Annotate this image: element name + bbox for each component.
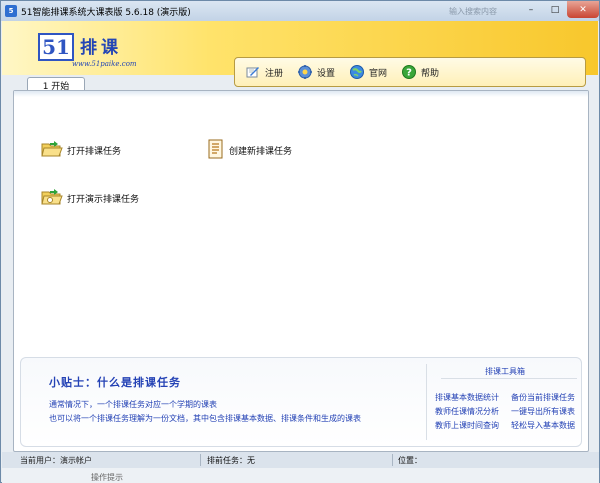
toolbox-divider [441,378,577,379]
tips-panel: 小贴士：什么是排课任务 通常情况下，一个排课任务对应一个学期的课表 也可以将一个… [20,357,582,447]
help-icon: ? [401,64,417,80]
status-separator [200,454,201,466]
settings-button[interactable]: 设置 [297,64,335,80]
tool-stats-link[interactable]: 排课基本数据统计 [435,392,499,403]
website-button[interactable]: 官网 [349,64,387,80]
title-bar[interactable]: 5 51智能排课系统大课表版 5.6.18 (演示版) 输入搜索内容 – □ ✕ [1,1,599,21]
start-page: 打开排课任务 创建新排课任务 打开演示排课任务 小贴士：什么是排课任务 通常情况… [13,90,589,452]
new-task-button[interactable]: 创建新排课任务 [207,139,292,162]
open-task-label: 打开排课任务 [67,147,122,157]
bottom-hint: 操作提示 [91,473,123,482]
globe-icon [349,64,365,80]
tool-import-link[interactable]: 轻松导入基本数据 [511,420,575,431]
logo-digits: 51 [42,35,70,59]
document-icon [207,139,225,162]
register-icon [245,64,261,80]
tips-text-line: 也可以将一个排课任务理解为一份文档，其中包含排课基本数据、排课条件和生成的课表 [49,414,361,423]
status-user: 当前用户：演示帐户 [20,456,92,465]
new-task-label: 创建新排课任务 [229,147,293,157]
help-label: 帮助 [421,68,440,79]
ghost-search-text: 输入搜索内容 [449,7,497,16]
app-icon: 5 [5,5,17,17]
website-label: 官网 [369,68,388,79]
open-demo-task-label: 打开演示排课任务 [67,195,140,205]
app-window: 5 51智能排课系统大课表版 5.6.18 (演示版) 输入搜索内容 – □ ✕… [0,0,600,483]
tool-teacher-analysis-link[interactable]: 教师任课情况分析 [435,406,499,417]
open-task-button[interactable]: 打开排课任务 [41,139,121,162]
status-task: 排前任务：无 [207,456,255,465]
tips-text-line: 通常情况下，一个排课任务对应一个学期的课表 [49,400,217,409]
close-button[interactable]: ✕ [567,1,599,18]
tool-export-link[interactable]: 一键导出所有课表 [511,406,575,417]
tips-title: 小贴士：什么是排课任务 [49,376,181,389]
toolbox-title: 排课工具箱 [485,367,525,376]
open-folder-icon [41,139,63,162]
maximize-button[interactable]: □ [543,1,567,18]
tool-teacher-time-link[interactable]: 教师上课时间查询 [435,420,499,431]
status-bar: 当前用户：演示帐户 排前任务：无 位置： [2,452,599,468]
panel-divider [426,364,427,440]
settings-label: 设置 [317,68,336,79]
demo-folder-icon [41,187,63,210]
register-button[interactable]: 注册 [245,64,283,80]
logo: 51 排课 [38,33,122,61]
logo-url: www.51paike.com [72,60,137,68]
gear-icon [297,64,313,80]
minimize-button[interactable]: – [519,1,543,18]
content-top-gradient [14,91,588,97]
open-demo-task-button[interactable]: 打开演示排课任务 [41,187,139,210]
logo-mark: 51 [38,33,74,61]
main-toolbar: 注册 设置 官网 ? 帮助 [234,57,586,87]
help-button[interactable]: ? 帮助 [401,64,439,80]
logo-name: 排课 [80,38,122,58]
status-position: 位置： [398,456,422,465]
window-title: 51智能排课系统大课表版 5.6.18 (演示版) [21,7,191,18]
register-label: 注册 [265,68,284,79]
header-banner: 51 排课 www.51paike.com 注册 设置 官网 ? 帮助 [2,21,598,87]
status-separator [392,454,393,466]
svg-text:?: ? [406,68,412,79]
tool-backup-link[interactable]: 备份当前排课任务 [511,392,575,403]
